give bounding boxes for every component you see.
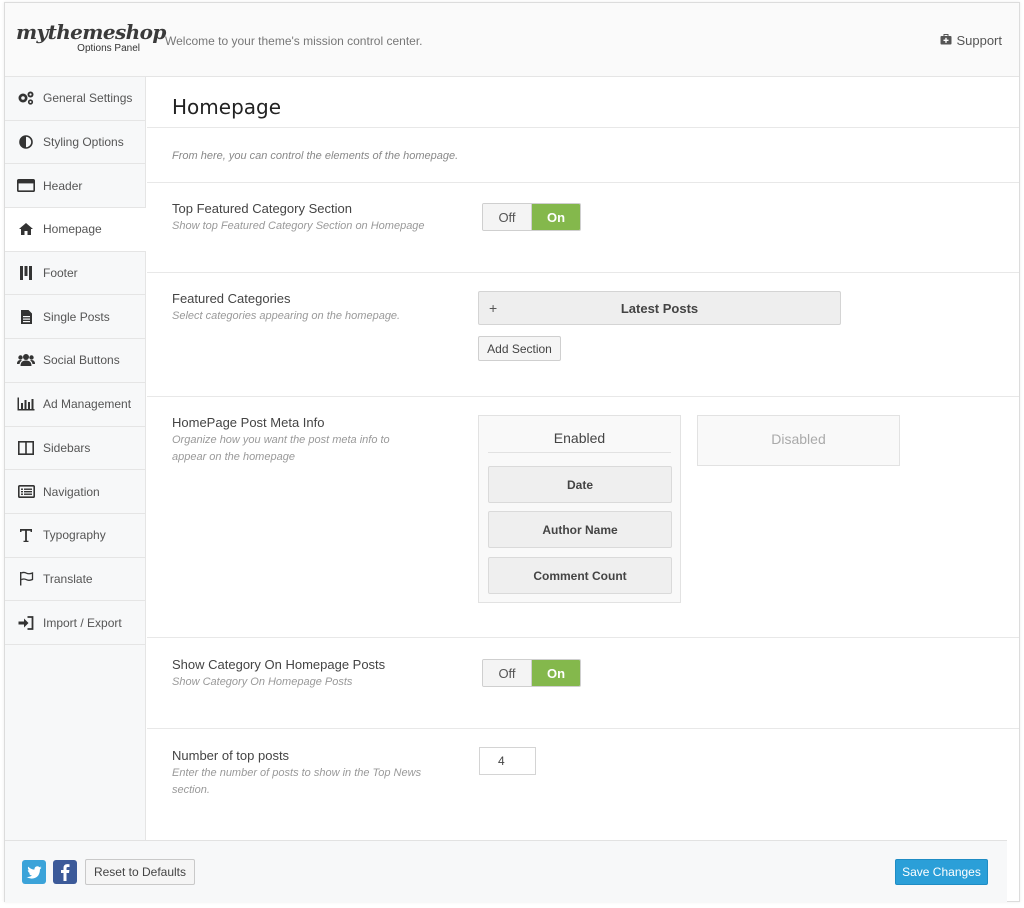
logo-subtitle: Options Panel: [77, 43, 140, 54]
logo: mythemeshop Options Panel: [16, 20, 166, 55]
users-icon: [17, 352, 35, 368]
option-help: Show Category On Homepage Posts: [172, 676, 353, 688]
page-description: From here, you can control the elements …: [147, 128, 1019, 183]
welcome-text: Welcome to your theme's mission control …: [165, 34, 423, 48]
sidebar-item-footer[interactable]: Footer: [5, 252, 145, 296]
main-content: Homepage From here, you can control the …: [147, 77, 1019, 840]
option-post-meta: HomePage Post Meta Info Organize how you…: [147, 397, 1019, 638]
option-help: Organize how you want the post meta info…: [172, 434, 390, 463]
sidebar-item-label: Ad Management: [43, 397, 132, 412]
sidebar-item-label: Single Posts: [43, 309, 110, 324]
sidebar-item-general-settings[interactable]: General Settings: [5, 77, 145, 121]
reset-defaults-button[interactable]: Reset to Defaults: [85, 859, 195, 885]
sidebar-item-label: Social Buttons: [43, 353, 120, 368]
sidebar-item-import-export[interactable]: Import / Export: [5, 601, 145, 645]
logo-text: mythemeshop: [16, 20, 166, 44]
meta-item-comment-count[interactable]: Comment Count: [488, 557, 672, 594]
twitter-icon[interactable]: [22, 860, 46, 884]
show-category-toggle[interactable]: Off On: [482, 659, 581, 687]
sign-in-icon: [17, 615, 35, 631]
columns-icon: [17, 440, 35, 456]
toggle-on[interactable]: On: [532, 204, 580, 230]
toggle-on[interactable]: On: [532, 660, 580, 686]
option-featured-categories: Featured Categories Select categories ap…: [147, 273, 1019, 397]
header-icon: [17, 178, 35, 194]
medkit-icon: [940, 33, 952, 48]
sidebar-item-styling-options[interactable]: Styling Options: [5, 121, 145, 165]
option-show-category: Show Category On Homepage Posts Show Cat…: [147, 638, 1019, 729]
save-changes-button[interactable]: Save Changes: [895, 859, 988, 885]
facebook-icon[interactable]: [53, 860, 77, 884]
sidebar-item-label: General Settings: [43, 91, 133, 106]
footer-icon: [17, 265, 35, 281]
disabled-title: Disabled: [771, 431, 826, 447]
sidebar-item-label: Sidebars: [43, 440, 91, 455]
section-latest-posts[interactable]: + Latest Posts: [478, 291, 841, 325]
sidebar-item-single-posts[interactable]: Single Posts: [5, 295, 145, 340]
flag-icon: [17, 571, 35, 587]
sidebar-item-label: Homepage: [43, 222, 102, 237]
sidebar-item-label: Header: [43, 178, 83, 193]
sidebar-item-translate[interactable]: Translate: [5, 558, 145, 602]
sidebar-item-label: Navigation: [43, 484, 100, 499]
option-label: Number of top posts: [172, 748, 290, 763]
sidebar-item-header[interactable]: Header: [5, 164, 145, 209]
toggle-off[interactable]: Off: [483, 660, 532, 686]
toggle-off[interactable]: Off: [483, 204, 532, 230]
sidebar-item-navigation[interactable]: Navigation: [5, 470, 145, 514]
bar-chart-icon: [17, 396, 35, 412]
sidebar-item-label: Footer: [43, 266, 78, 281]
sidebar: General Settings Styling Options Header …: [5, 77, 146, 840]
sidebar-item-label: Translate: [43, 571, 93, 586]
gears-icon: [17, 90, 35, 106]
sidebar-item-label: Typography: [43, 528, 106, 543]
option-top-posts: Number of top posts Enter the number of …: [147, 729, 1019, 839]
section-label: Latest Posts: [620, 301, 699, 316]
option-label: HomePage Post Meta Info: [172, 415, 325, 430]
enabled-title: Enabled: [488, 430, 671, 453]
list-icon: [17, 484, 35, 500]
contrast-icon: [17, 134, 35, 150]
sidebar-item-typography[interactable]: Typography: [5, 514, 145, 558]
option-label: Show Category On Homepage Posts: [172, 657, 386, 672]
option-label: Featured Categories: [172, 291, 291, 306]
support-link[interactable]: Support: [940, 33, 1002, 48]
text-icon: [17, 527, 35, 543]
options-panel: mythemeshop Options Panel Welcome to you…: [4, 2, 1020, 902]
disabled-list[interactable]: Disabled: [697, 415, 900, 466]
sidebar-item-label: Styling Options: [43, 135, 124, 150]
option-label: Top Featured Category Section: [172, 201, 352, 216]
top-featured-toggle[interactable]: Off On: [482, 203, 581, 231]
top-header: mythemeshop Options Panel Welcome to you…: [5, 3, 1019, 77]
document-icon: [17, 309, 35, 325]
home-icon: [17, 221, 35, 237]
sidebar-item-sidebars[interactable]: Sidebars: [5, 427, 145, 471]
meta-item-author-name[interactable]: Author Name: [488, 511, 672, 548]
support-label: Support: [956, 33, 1002, 48]
option-help: Select categories appearing on the homep…: [172, 310, 401, 322]
add-section-button[interactable]: Add Section: [478, 336, 561, 361]
option-help: Show top Featured Category Section on Ho…: [172, 220, 425, 232]
enabled-list[interactable]: Enabled Date Author Name Comment Count: [478, 415, 681, 603]
sidebar-item-homepage[interactable]: Homepage: [5, 208, 146, 252]
top-posts-input[interactable]: [479, 747, 536, 775]
sidebar-item-label: Import / Export: [43, 615, 122, 630]
footer-bar: Reset to Defaults Save Changes: [5, 840, 1007, 902]
option-top-featured: Top Featured Category Section Show top F…: [147, 183, 1019, 273]
sidebar-item-ad-management[interactable]: Ad Management: [5, 383, 145, 427]
option-help: Enter the number of posts to show in the…: [172, 767, 422, 796]
meta-item-date[interactable]: Date: [488, 466, 672, 503]
page-title: Homepage: [147, 77, 1019, 128]
sidebar-item-social-buttons[interactable]: Social Buttons: [5, 339, 145, 383]
